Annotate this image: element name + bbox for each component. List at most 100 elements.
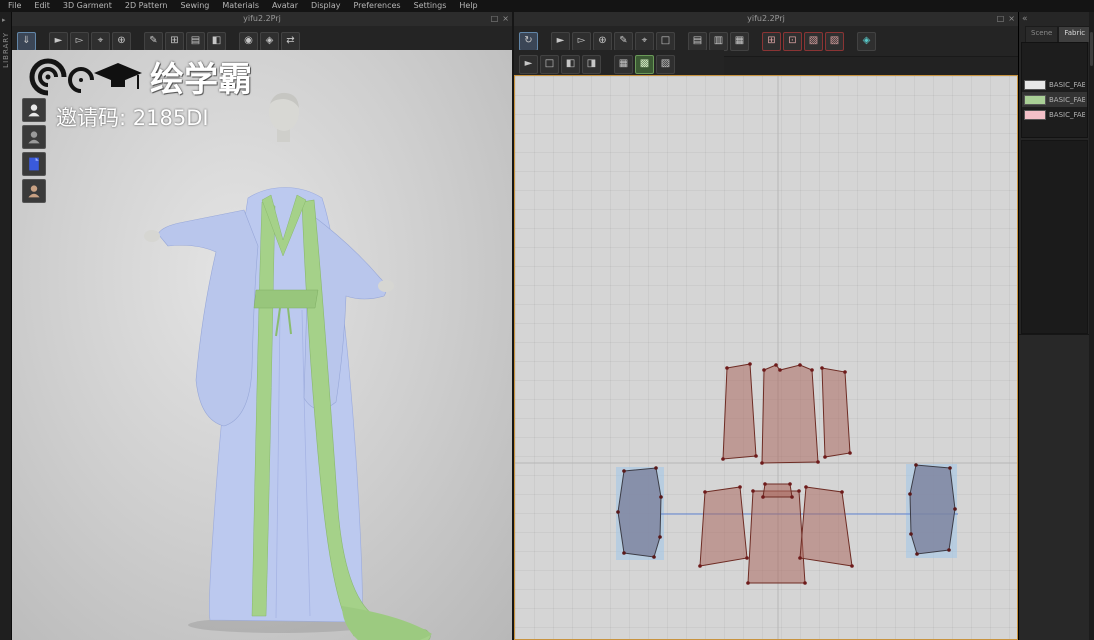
library-toggle-icon[interactable]: ▸ <box>2 16 6 24</box>
pen-polygon-icon[interactable]: ✎ <box>614 31 633 51</box>
pattern-vertex[interactable] <box>843 370 847 374</box>
pattern-piece-back-center[interactable] <box>761 364 819 464</box>
show-avatar-icon[interactable] <box>22 98 46 122</box>
pattern-vertex[interactable] <box>745 556 749 560</box>
dart-tool-icon[interactable]: ▦ <box>730 31 749 51</box>
avatar-skin-icon[interactable] <box>22 125 46 149</box>
fabric-item[interactable]: BASIC_FABRIC <box>1022 77 1087 92</box>
pattern-piece-back-right[interactable] <box>821 367 851 458</box>
show-texture-toggle-icon[interactable]: ▩ <box>635 54 654 74</box>
grading-3-icon[interactable]: ▧ <box>804 31 823 51</box>
scrollbar-thumb[interactable] <box>1090 32 1093 66</box>
close-window-icon[interactable]: × <box>1008 12 1015 26</box>
pattern-vertex[interactable] <box>914 463 918 467</box>
pin-tool-icon[interactable]: ⌖ <box>91 31 110 51</box>
tab-fabric[interactable]: Fabric <box>1058 26 1092 42</box>
pattern-piece-sleeve-left[interactable] <box>617 467 662 558</box>
menu-item-sewing[interactable]: Sewing <box>180 0 209 12</box>
float-window-icon[interactable]: □ <box>997 12 1005 26</box>
tab-scene[interactable]: Scene <box>1025 26 1059 42</box>
pattern-vertex[interactable] <box>622 551 626 555</box>
texture-surface-toggle-icon[interactable]: ◉ <box>239 31 258 51</box>
pattern-vertex[interactable] <box>840 490 844 494</box>
pattern-vertex[interactable] <box>798 363 802 367</box>
menu-item-edit[interactable]: Edit <box>34 0 50 12</box>
pattern-vertex[interactable] <box>816 460 820 464</box>
pattern-vertex[interactable] <box>763 482 767 486</box>
right-scrollbar[interactable] <box>1089 12 1094 640</box>
grading-4-icon[interactable]: ▨ <box>825 31 844 51</box>
rectangle-pattern-icon[interactable]: □ <box>656 31 675 51</box>
edit-curvature-icon[interactable]: ⌖ <box>635 31 654 51</box>
pattern-piece-collar-tab[interactable] <box>762 483 793 498</box>
show-mesh-toggle-icon[interactable]: ▨ <box>656 54 675 74</box>
select-mesh-3d-icon[interactable]: ▻ <box>70 31 89 51</box>
grading-2-icon[interactable]: ⊡ <box>783 31 802 51</box>
pattern-vertex[interactable] <box>658 535 662 539</box>
pattern-vertex[interactable] <box>774 363 778 367</box>
pattern-vertex[interactable] <box>751 489 755 493</box>
viewport-3d[interactable]: 绘学霸 邀请码: 2185DI <box>12 50 512 640</box>
menu-item-preferences[interactable]: Preferences <box>354 0 401 12</box>
avatar-hair-icon[interactable] <box>22 179 46 203</box>
pattern-vertex[interactable] <box>798 556 802 560</box>
pattern-vertex[interactable] <box>953 507 957 511</box>
pin-box-tool-icon[interactable]: ⊕ <box>112 31 131 51</box>
transform-pattern-icon[interactable]: ► <box>551 31 570 51</box>
menu-item-materials[interactable]: Materials <box>222 0 259 12</box>
pattern-vertex[interactable] <box>850 564 854 568</box>
viewport-2d[interactable] <box>514 75 1018 640</box>
pattern-vertex[interactable] <box>797 489 801 493</box>
pattern-vertex[interactable] <box>738 485 742 489</box>
pattern-piece-sleeve-right[interactable] <box>909 464 956 555</box>
pose-file-icon[interactable] <box>22 152 46 176</box>
select-move-3d-icon[interactable]: ► <box>49 31 68 51</box>
pattern-vertex[interactable] <box>748 362 752 366</box>
menu-item-avatar[interactable]: Avatar <box>272 0 298 12</box>
menu-item-help[interactable]: Help <box>459 0 477 12</box>
float-window-icon[interactable]: □ <box>491 12 499 26</box>
add-point-icon[interactable]: ⊕ <box>593 31 612 51</box>
pattern-piece-front-left[interactable] <box>699 486 748 567</box>
pattern-vertex[interactable] <box>788 482 792 486</box>
pattern-vertex[interactable] <box>915 552 919 556</box>
pattern-piece-front-right[interactable] <box>799 486 853 567</box>
scale-tool-icon[interactable]: ◧ <box>207 31 226 51</box>
pattern-vertex[interactable] <box>790 495 794 499</box>
texture-editor-2d-icon[interactable]: ◈ <box>857 31 876 51</box>
polygon-tool-icon[interactable]: ◨ <box>582 54 601 74</box>
pattern-vertex[interactable] <box>760 461 764 465</box>
sewing-tool-icon[interactable]: ✎ <box>144 31 163 51</box>
select-box-2d-icon[interactable]: ► <box>519 54 538 74</box>
pattern-vertex[interactable] <box>725 366 729 370</box>
grading-1-icon[interactable]: ⊞ <box>762 31 781 51</box>
fold-arrangement-tool-icon[interactable]: ⊞ <box>165 31 184 51</box>
fabric-item[interactable]: BASIC_FABRIC <box>1022 92 1087 107</box>
pattern-vertex[interactable] <box>762 368 766 372</box>
pattern-vertex[interactable] <box>616 510 620 514</box>
pattern-vertex[interactable] <box>948 466 952 470</box>
pattern-vertex[interactable] <box>803 581 807 585</box>
arrange-drop-icon[interactable]: ⇓ <box>17 31 36 51</box>
fabric-item[interactable]: BASIC_FABRIC <box>1022 107 1087 122</box>
edit-pattern-icon[interactable]: ▻ <box>572 31 591 51</box>
pattern-vertex[interactable] <box>659 495 663 499</box>
pattern-vertex[interactable] <box>703 490 707 494</box>
pattern-vertex[interactable] <box>778 368 782 372</box>
pattern-vertex[interactable] <box>908 492 912 496</box>
avatar-3d-figure[interactable] <box>12 50 512 640</box>
pattern-vertex[interactable] <box>761 495 765 499</box>
pattern-vertex[interactable] <box>746 581 750 585</box>
pattern-vertex[interactable] <box>823 455 827 459</box>
close-window-icon[interactable]: × <box>502 12 509 26</box>
render-style-toggle-icon[interactable]: ◈ <box>260 31 279 51</box>
sync-2d-icon[interactable]: ↻ <box>519 31 538 51</box>
pattern-vertex[interactable] <box>947 548 951 552</box>
measure-tool-icon[interactable]: ▤ <box>186 31 205 51</box>
pattern-vertex[interactable] <box>698 564 702 568</box>
show-grid-toggle-icon[interactable]: ▦ <box>614 54 633 74</box>
pattern-piece-back-left[interactable] <box>722 363 757 460</box>
pattern-vertex[interactable] <box>909 532 913 536</box>
pattern-vertex[interactable] <box>654 466 658 470</box>
pattern-vertex[interactable] <box>652 555 656 559</box>
